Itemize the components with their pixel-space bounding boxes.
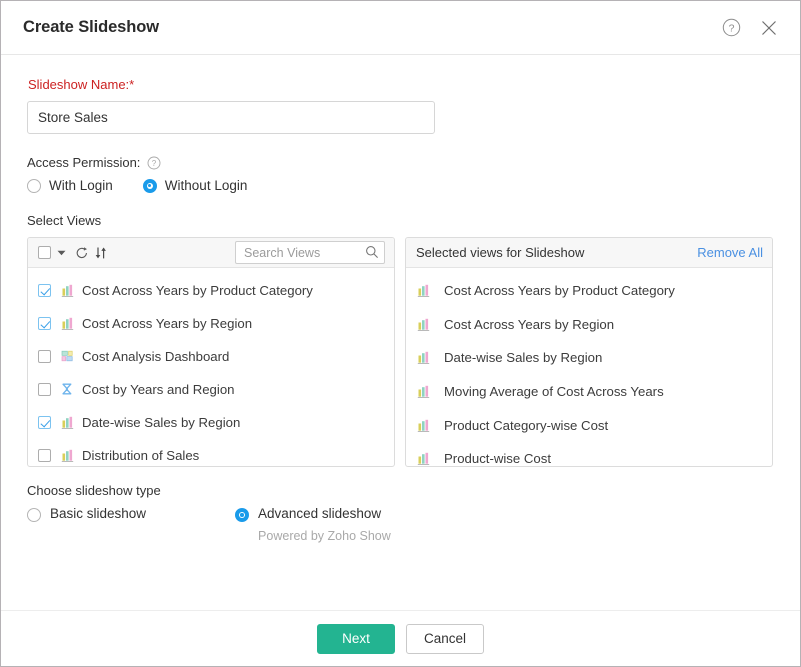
slideshow-type-label: Choose slideshow type xyxy=(27,483,161,498)
slideshow-name-label: Slideshow Name:* xyxy=(28,77,135,92)
list-item[interactable]: Cost by Years and Region xyxy=(28,373,394,406)
bar-chart-icon xyxy=(417,384,432,399)
view-checkbox[interactable] xyxy=(38,383,51,396)
bar-chart-icon xyxy=(61,415,76,430)
radio-indicator xyxy=(235,508,250,522)
svg-text:?: ? xyxy=(728,22,734,34)
toolbar-controls xyxy=(38,246,235,260)
sort-icon[interactable] xyxy=(94,246,108,260)
search-views-input[interactable] xyxy=(235,241,385,264)
view-label: Distribution of Sales xyxy=(82,448,200,463)
powered-by-note: Powered by Zoho Show xyxy=(258,529,391,543)
help-circle-icon[interactable]: ? xyxy=(147,156,161,170)
slideshow-name-input[interactable] xyxy=(27,101,435,134)
list-item[interactable]: Date-wise Sales by Region xyxy=(406,341,772,375)
bar-chart-icon xyxy=(417,418,432,433)
select-all-checkbox[interactable] xyxy=(38,246,51,259)
dialog-footer: Next Cancel xyxy=(1,610,800,666)
access-permission-row: Access Permission: ? xyxy=(27,155,775,170)
next-button[interactable]: Next xyxy=(317,623,395,654)
dialog-body: Slideshow Name:* Access Permission: ? Wi… xyxy=(1,55,800,610)
svg-text:?: ? xyxy=(152,159,157,168)
bar-chart-icon xyxy=(61,448,76,463)
list-item[interactable]: Cost Across Years by Region xyxy=(406,308,772,342)
create-slideshow-dialog: Create Slideshow ? Slideshow Name:* Acce… xyxy=(0,0,801,667)
radio-without-login-label: Without Login xyxy=(164,178,248,193)
radio-indicator xyxy=(27,178,41,193)
view-label: Product-wise Cost xyxy=(444,451,552,466)
views-panels: Cost Across Years by Product Category xyxy=(27,237,775,467)
view-label: Date-wise Sales by Region xyxy=(444,350,603,366)
bar-chart-icon xyxy=(417,451,432,466)
radio-without-login[interactable]: Without Login xyxy=(142,178,248,193)
bar-chart-icon xyxy=(417,283,432,298)
bar-chart-icon xyxy=(417,350,432,365)
list-item[interactable]: Cost Across Years by Region xyxy=(28,307,394,340)
view-checkbox[interactable] xyxy=(38,317,51,330)
list-item[interactable]: Cost Analysis Dashboard xyxy=(28,340,394,373)
view-label: Product Category-wise Cost xyxy=(444,417,609,433)
dashboard-icon xyxy=(61,349,76,364)
remove-all-link[interactable]: Remove All xyxy=(697,245,763,260)
available-views-toolbar xyxy=(28,238,394,268)
available-views-list: Cost Across Years by Product Category Co… xyxy=(28,268,394,466)
view-label: Date-wise Sales by Region xyxy=(82,415,241,430)
list-item[interactable]: Date-wise Sales by Region xyxy=(28,406,394,439)
view-label: Cost Analysis Dashboard xyxy=(82,349,230,364)
list-item[interactable]: Product Category-wise Cost xyxy=(406,408,772,442)
close-icon[interactable] xyxy=(758,17,780,39)
radio-basic-slideshow-label: Basic slideshow xyxy=(50,506,147,521)
available-views-panel: Cost Across Years by Product Category xyxy=(27,237,395,467)
cancel-button[interactable]: Cancel xyxy=(406,623,484,654)
radio-advanced-slideshow-label: Advanced slideshow xyxy=(258,506,382,521)
radio-indicator xyxy=(142,178,157,193)
bar-chart-icon xyxy=(61,316,76,331)
search-views-wrapper xyxy=(235,241,385,264)
pivot-table-icon xyxy=(61,382,76,397)
slideshow-type-options: Basic slideshow Advanced slideshow Power… xyxy=(27,507,775,543)
view-label: Cost Across Years by Product Category xyxy=(82,283,313,298)
list-item[interactable]: Product-wise Cost xyxy=(406,442,772,466)
view-label: Cost Across Years by Region xyxy=(444,316,615,332)
select-views-label: Select Views xyxy=(27,213,102,228)
list-item[interactable]: Cost Across Years by Product Category xyxy=(28,274,394,307)
selected-views-title: Selected views for Slideshow xyxy=(416,245,585,260)
view-checkbox[interactable] xyxy=(38,416,51,429)
selected-views-panel: Selected views for Slideshow Remove All xyxy=(405,237,773,467)
list-item[interactable]: Cost Across Years by Product Category xyxy=(406,274,772,308)
help-circle-icon[interactable]: ? xyxy=(720,17,742,39)
refresh-icon[interactable] xyxy=(75,246,89,260)
list-item[interactable]: Moving Average of Cost Across Years xyxy=(406,375,772,409)
header-actions: ? xyxy=(720,17,780,39)
radio-with-login-label: With Login xyxy=(49,178,113,193)
view-checkbox[interactable] xyxy=(38,284,51,297)
view-label: Cost Across Years by Product Category xyxy=(444,283,675,299)
view-checkbox[interactable] xyxy=(38,449,51,462)
chevron-down-icon[interactable] xyxy=(56,247,67,258)
list-item[interactable]: Distribution of Sales xyxy=(28,439,394,466)
selected-views-list: Cost Across Years by Product Category Co… xyxy=(406,268,772,466)
bar-chart-icon xyxy=(61,283,76,298)
access-permission-label: Access Permission: xyxy=(27,155,141,170)
dialog-title: Create Slideshow xyxy=(23,18,159,36)
view-label: Cost Across Years by Region xyxy=(82,316,253,331)
dialog-header: Create Slideshow ? xyxy=(1,1,800,55)
radio-advanced-slideshow[interactable]: Advanced slideshow xyxy=(235,507,391,522)
access-permission-options: With Login Without Login xyxy=(27,178,775,193)
view-label: Moving Average of Cost Across Years xyxy=(444,384,664,400)
bar-chart-icon xyxy=(417,317,432,332)
radio-indicator xyxy=(27,508,41,522)
selected-views-header: Selected views for Slideshow Remove All xyxy=(406,238,772,268)
radio-with-login[interactable]: With Login xyxy=(27,178,113,193)
view-checkbox[interactable] xyxy=(38,350,51,363)
view-label: Cost by Years and Region xyxy=(82,382,235,397)
radio-basic-slideshow[interactable]: Basic slideshow xyxy=(27,507,146,522)
